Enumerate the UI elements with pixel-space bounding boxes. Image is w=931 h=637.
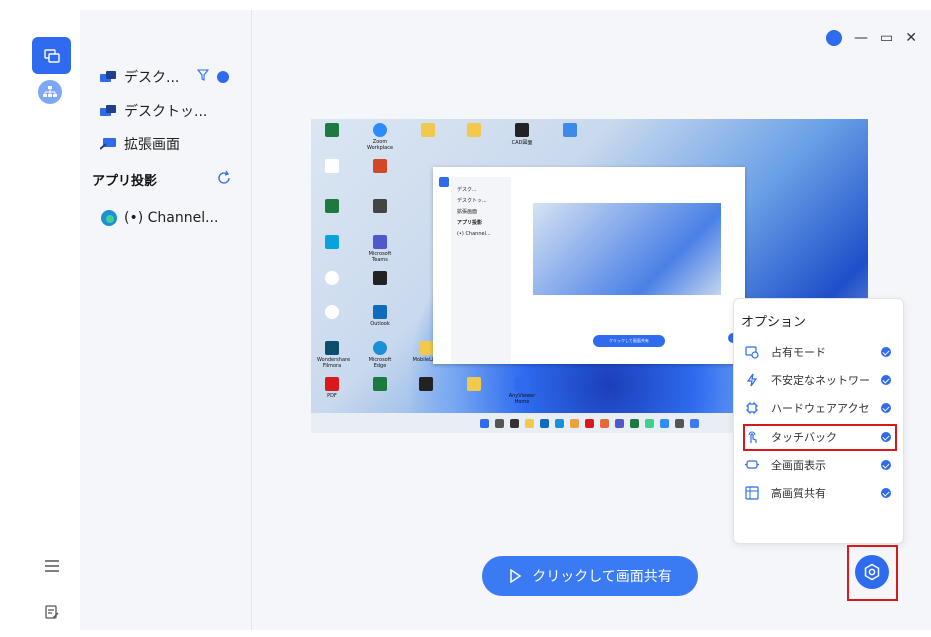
extend-screen-icon [99, 137, 118, 151]
desktop-shortcut: CAD図面 [507, 123, 537, 146]
options-popup: オプション [733, 298, 904, 544]
desktop-shortcut [459, 377, 489, 393]
desktop-shortcut: Microsoft Teams [365, 235, 395, 263]
option-hd-share[interactable]: 高画質共有 [745, 483, 891, 503]
refresh-icon[interactable] [216, 170, 232, 190]
connected-check-icon [217, 71, 230, 83]
desktop-shortcut [317, 271, 347, 287]
option-occupy-mode[interactable]: 占有モード [745, 342, 891, 362]
desktop-shortcut [365, 377, 395, 393]
desktop-shortcut [317, 199, 347, 215]
device-item-desktop-2[interactable]: デスクトッ... [100, 100, 207, 122]
screens-icon [43, 48, 60, 63]
chip-icon [745, 401, 759, 415]
options-title: オプション [741, 315, 807, 330]
device-item-desktop-1[interactable]: デスク... [100, 66, 230, 88]
desktop-shortcut: Microsoft Edge [365, 341, 395, 369]
desktop-shortcut [317, 305, 347, 321]
desktop-shortcut [365, 159, 395, 175]
network-tab[interactable] [38, 80, 62, 104]
window-controls: — ▭ ✕ [826, 30, 917, 46]
desktop-shortcut [555, 123, 585, 139]
bolt-icon [745, 373, 759, 387]
feedback-icon[interactable] [44, 604, 60, 624]
desktop-shortcut: Outlook [365, 305, 395, 327]
device-label: デスクトッ... [124, 104, 208, 120]
play-icon [510, 569, 522, 583]
desktop-shortcut [411, 377, 441, 393]
highlight-settings [847, 545, 898, 601]
nested-share-button: クリックして画面共有 [593, 335, 665, 347]
app-item-channel[interactable]: (•) Channel... [100, 207, 218, 229]
fullscreen-icon [745, 458, 759, 472]
minimize-icon[interactable]: — [854, 31, 868, 45]
device-item-extended[interactable]: 拡張画面 [99, 133, 180, 155]
desktop-icon [100, 104, 118, 118]
option-unstable-network[interactable]: 不安定なネットワー [745, 370, 891, 390]
desktop-shortcut [317, 235, 347, 251]
occupy-icon [745, 345, 759, 359]
app-projection-title: アプリ投影 [92, 174, 158, 189]
desktop-shortcut [317, 123, 347, 139]
check-icon[interactable] [881, 375, 891, 385]
desktop-shortcut: Zoom Workplace [365, 123, 395, 151]
filter-icon[interactable] [197, 69, 210, 85]
option-fullscreen[interactable]: 全画面表示 [745, 455, 891, 475]
check-icon[interactable] [881, 488, 891, 498]
option-hardware-accel[interactable]: ハードウェアアクセ [745, 398, 891, 418]
desktop-shortcut [413, 123, 443, 139]
close-icon[interactable]: ✕ [905, 31, 917, 45]
desktop-shortcut: PDF [317, 377, 347, 399]
desktop-shortcut: Wondershare Filmora [317, 341, 350, 369]
share-screen-button[interactable]: クリックして画面共有 [482, 556, 698, 596]
desktop-shortcut: AnyViewer Home [507, 377, 537, 405]
check-icon[interactable] [881, 460, 891, 470]
device-panel: デスク... デスクトッ... 拡張画面 アプリ投影 (•) Channel..… [80, 10, 251, 630]
maximize-icon[interactable]: ▭ [880, 31, 893, 45]
desktop-shortcut [365, 199, 395, 215]
left-rail [0, 0, 80, 637]
user-avatar[interactable] [826, 30, 843, 46]
desktop-shortcut [459, 123, 489, 139]
desktop-icon [100, 70, 118, 84]
network-icon [43, 86, 57, 97]
menu-icon[interactable] [44, 558, 60, 577]
edge-icon [100, 209, 118, 227]
device-label: デスク... [124, 70, 180, 86]
desktop-shortcut [317, 159, 347, 175]
nested-app-window: デスク... デスクトッ... 拡張画面 アプリ投影 (•) Channel..… [433, 167, 745, 364]
screen-share-tab[interactable] [32, 37, 71, 74]
check-icon[interactable] [881, 347, 891, 357]
device-label: 拡張画面 [124, 137, 180, 153]
highlight-touch-back [743, 424, 897, 451]
nested-screen-preview [533, 203, 721, 295]
hd-icon [745, 486, 759, 500]
check-icon[interactable] [881, 403, 891, 413]
desktop-shortcut [365, 271, 395, 287]
nested-sidebar: デスク... デスクトッ... 拡張画面 アプリ投影 (•) Channel..… [451, 177, 511, 364]
app-label: (•) Channel... [124, 210, 219, 226]
